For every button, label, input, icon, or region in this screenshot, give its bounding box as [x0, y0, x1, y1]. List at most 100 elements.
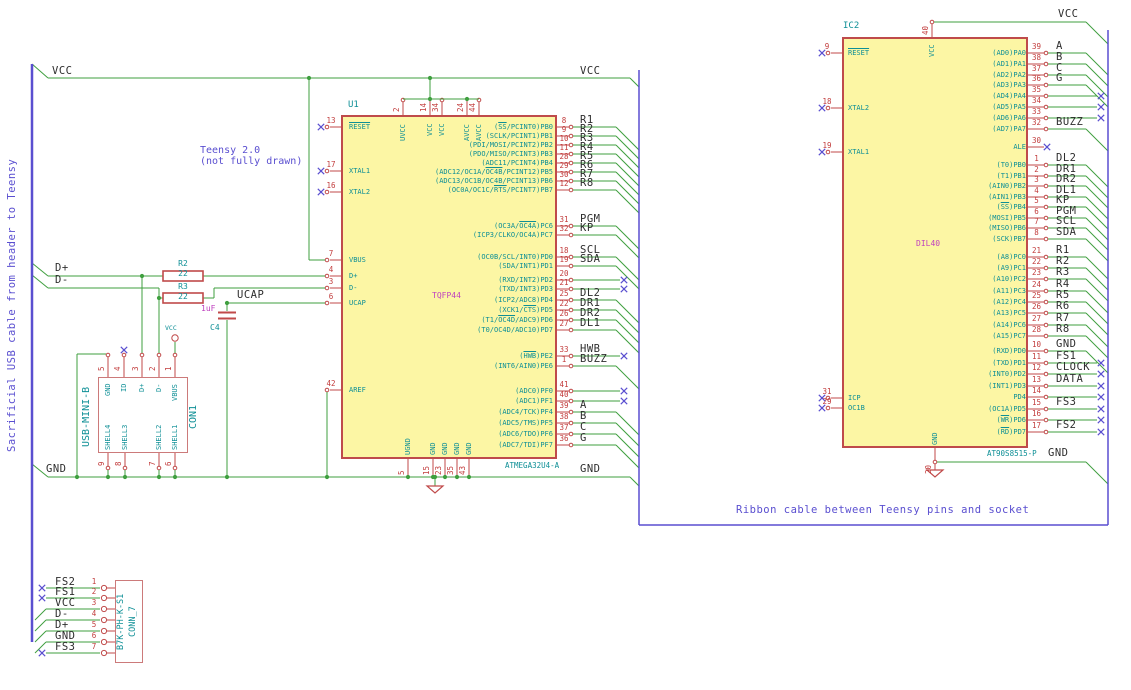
wire-segment [615, 411, 640, 436]
u1-part-name[interactable]: ATMEGA32U4-A [505, 462, 559, 470]
net-label[interactable]: BUZZ [580, 354, 607, 365]
pin-end-circle [100, 627, 108, 635]
net-label[interactable]: R4 [1056, 279, 1070, 290]
pin-end-circle [324, 285, 330, 291]
pin-end-circle [568, 263, 574, 269]
pin-number: 6 [1034, 207, 1039, 216]
r2-value[interactable]: 22 [163, 269, 203, 278]
usb-value[interactable]: USB-MINI-B [81, 387, 92, 447]
net-label[interactable]: FS1 [55, 587, 75, 598]
net-label[interactable]: G [580, 433, 587, 444]
net-label[interactable]: D+ [55, 620, 69, 631]
net-label[interactable]: B [1056, 52, 1063, 63]
net-label[interactable]: R7 [1056, 313, 1070, 324]
net-label[interactable]: SDA [580, 254, 600, 265]
vcc-power-flag-label[interactable]: VCC [165, 325, 177, 332]
net-label[interactable]: R5 [1056, 290, 1070, 301]
net-label[interactable]: VCC [55, 598, 75, 609]
conn7-reference[interactable]: CONN_7 [128, 606, 138, 637]
pin-end-circle [1043, 406, 1049, 412]
net-label[interactable]: SCL [1056, 216, 1076, 227]
pin-number: 6 [164, 461, 173, 466]
net-label[interactable]: BUZZ [1056, 117, 1083, 128]
pin-name: (RD)PD7 [996, 427, 1026, 436]
pin-number: 27 [559, 319, 569, 328]
usb-reference[interactable]: CON1 [188, 405, 199, 429]
net-label[interactable]: CLOCK [1056, 362, 1090, 373]
net-label-ucap[interactable]: UCAP [237, 290, 264, 301]
pin-name: (SDA/INT1)PD1 [498, 261, 553, 270]
pin-number: 22 [559, 299, 569, 308]
net-label-gnd-ic2[interactable]: GND [1048, 448, 1068, 459]
pin-number: 18 [559, 246, 569, 255]
pin-number: 44 [468, 102, 477, 112]
net-label[interactable]: FS3 [55, 642, 75, 653]
net-label-vcc-mid[interactable]: VCC [580, 66, 600, 77]
net-label[interactable]: R1 [1056, 245, 1070, 256]
pin-name: (AD0)PA0 [992, 48, 1026, 57]
pin-end-circle [324, 189, 330, 195]
u1-reference[interactable]: U1 [348, 101, 359, 110]
pin-name: (A13)PC5 [992, 308, 1026, 317]
net-label[interactable]: FS3 [1056, 397, 1076, 408]
net-label-vcc-ic2[interactable]: VCC [1058, 9, 1078, 20]
net-label-gnd-mid[interactable]: GND [580, 464, 600, 475]
net-label[interactable]: FS2 [1056, 420, 1076, 431]
pin-name: (T0)PB0 [996, 160, 1026, 169]
wire-segment [1085, 128, 1109, 152]
ic2-part-name[interactable]: AT90S8515-P [987, 450, 1037, 458]
pin-number: 6 [91, 631, 97, 640]
pin-number: 3 [131, 366, 140, 371]
net-label[interactable]: R2 [1056, 256, 1070, 267]
pin-end-circle [568, 187, 574, 193]
net-label-dminus[interactable]: D- [55, 275, 69, 286]
net-label[interactable]: C [580, 422, 587, 433]
net-label-gnd-left[interactable]: GND [46, 464, 66, 475]
net-label[interactable]: GND [55, 631, 75, 642]
net-label[interactable]: G [1056, 73, 1063, 84]
net-label[interactable]: KP [580, 223, 594, 234]
net-label[interactable]: A [1056, 41, 1063, 52]
pin-name: D+ [349, 271, 358, 280]
net-label[interactable]: GND [1056, 339, 1076, 350]
net-label[interactable]: KP [1056, 195, 1070, 206]
r3-value[interactable]: 22 [163, 292, 203, 301]
net-label[interactable]: DL1 [580, 318, 600, 329]
net-label[interactable]: R6 [1056, 301, 1070, 312]
net-label[interactable]: DR2 [1056, 174, 1076, 185]
pin-number: 4 [1034, 186, 1039, 195]
pin-name: UVCC [398, 124, 407, 142]
net-label[interactable]: R8 [580, 178, 594, 189]
pin-end-circle [156, 465, 162, 471]
r3-reference[interactable]: R3 [163, 283, 203, 291]
pin-name: (AD5)PA5 [992, 102, 1026, 111]
r2-reference[interactable]: R2 [163, 260, 203, 268]
pin-name: VBUS [349, 255, 366, 264]
pin-end-circle [1043, 126, 1049, 132]
pin-name: (AD6)PA6 [992, 113, 1026, 122]
u1-value[interactable]: TQFP44 [432, 292, 461, 300]
net-label[interactable]: A [580, 400, 587, 411]
c4-value[interactable]: 1uF [201, 305, 215, 313]
pin-number: 11 [559, 143, 569, 152]
pin-name: GND [103, 383, 112, 397]
net-label[interactable]: DL2 [1056, 153, 1076, 164]
wire-segment [1085, 256, 1109, 280]
net-label[interactable]: D- [55, 609, 69, 620]
net-label[interactable]: DATA [1056, 374, 1083, 385]
pin-name: GND [930, 432, 939, 445]
pin-name: SHELL3 [120, 424, 129, 450]
conn7-value[interactable]: B7K-PH-K-S1 [116, 594, 126, 650]
ic2-value[interactable]: DIL40 [916, 240, 940, 248]
c4-reference[interactable]: C4 [210, 324, 220, 332]
net-label[interactable]: SDA [1056, 227, 1076, 238]
wire-segment [1085, 290, 1109, 314]
net-label[interactable]: R3 [1056, 267, 1070, 278]
net-label[interactable]: FS1 [1056, 351, 1076, 362]
net-label-vcc-left[interactable]: VCC [52, 66, 72, 77]
pin-number: 30 [1031, 136, 1042, 145]
net-label-dplus[interactable]: D+ [55, 263, 69, 274]
ic2-reference[interactable]: IC2 [843, 22, 859, 31]
net-label[interactable]: B [580, 411, 587, 422]
net-label[interactable]: R8 [1056, 324, 1070, 335]
